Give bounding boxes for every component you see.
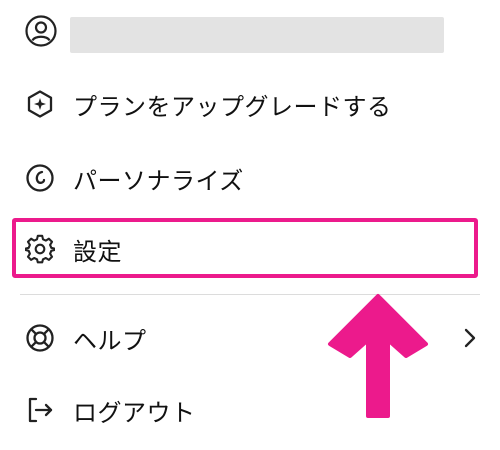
menu-item-settings[interactable]: 設定 <box>24 229 122 269</box>
personalize-icon <box>24 162 56 194</box>
menu-divider <box>20 294 480 295</box>
user-row[interactable] <box>24 14 444 53</box>
sparkle-hexagon-icon <box>24 88 56 120</box>
menu-item-label: 設定 <box>73 237 122 266</box>
lifebuoy-icon <box>24 322 56 354</box>
menu-item-personalize[interactable]: パーソナライズ <box>24 158 244 198</box>
menu-item-label: プランをアップグレードする <box>73 92 392 121</box>
menu-item-help[interactable]: ヘルプ <box>24 318 480 358</box>
menu-item-upgrade-plan[interactable]: プランをアップグレードする <box>24 84 392 124</box>
account-menu: プランをアップグレードする パーソナライズ 設定 ヘルプ ログアウト <box>0 0 500 450</box>
menu-item-logout[interactable]: ログアウト <box>24 390 196 430</box>
menu-item-label: ログアウト <box>73 398 196 427</box>
menu-item-label: パーソナライズ <box>73 166 244 195</box>
logout-icon <box>24 394 56 426</box>
user-name-redacted <box>70 17 444 53</box>
annotation-up-arrow <box>328 294 428 418</box>
user-circle-icon <box>24 14 58 48</box>
gear-icon <box>24 233 56 265</box>
menu-item-label: ヘルプ <box>73 326 147 355</box>
chevron-right-icon <box>460 322 480 354</box>
